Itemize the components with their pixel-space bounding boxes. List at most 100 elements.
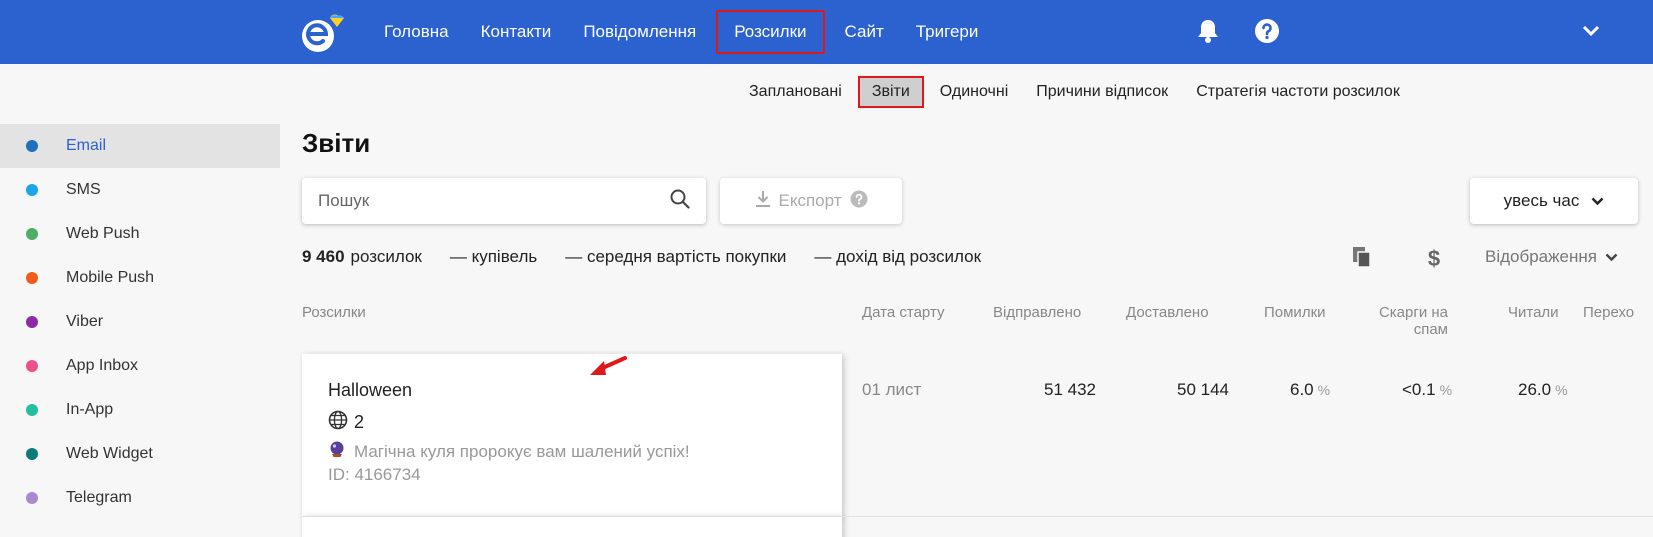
sidebar-item-label: Web Widget: [66, 445, 153, 462]
cell-spam: <0.1%: [1402, 380, 1452, 400]
help-icon[interactable]: [850, 190, 868, 213]
header-spam-line2: спам: [1413, 321, 1448, 338]
sidebar-item-label: App Inbox: [66, 357, 139, 374]
copy-icon[interactable]: [1352, 246, 1372, 268]
channel-dot-icon: [26, 184, 38, 196]
channel-dot-icon: [26, 140, 38, 152]
percent-sign: %: [1555, 382, 1568, 398]
nav-site[interactable]: Сайт: [829, 10, 900, 54]
search-box[interactable]: [302, 178, 706, 224]
sidebar-item-label: Telegram: [66, 489, 132, 506]
sidebar-item-viber[interactable]: Viber: [0, 300, 280, 344]
channel-dot-icon: [26, 316, 38, 328]
campaign-subject-text: Магічна куля пророкує вам шалений успіх!: [354, 441, 690, 461]
sidebar-item-mobile-push[interactable]: Mobile Push: [0, 256, 280, 300]
nav-messages[interactable]: Повідомлення: [567, 10, 712, 54]
header-spam[interactable]: Скарги на спам: [1370, 304, 1448, 338]
chevron-down-icon[interactable]: [1576, 16, 1606, 46]
campaign-subject: Магічна куля пророкує вам шалений успіх!: [328, 440, 690, 463]
search-input[interactable]: [318, 191, 670, 211]
channel-dot-icon: [26, 404, 38, 416]
cell-delivered: 50 144: [1177, 380, 1229, 399]
sidebar-item-label: Viber: [66, 313, 104, 330]
campaign-id: ID: 4166734: [328, 465, 421, 484]
period-select[interactable]: увесь час: [1470, 178, 1638, 224]
purchases-stat: — купівель: [449, 247, 538, 266]
header-errors[interactable]: Помилки: [1264, 304, 1326, 321]
campaign-card[interactable]: Halloween 2 Магічна куля пророкує вам ша…: [302, 354, 842, 518]
sidebar-item-label: In-App: [66, 401, 114, 418]
header-clicks[interactable]: Перехо: [1583, 304, 1653, 321]
campaign-card-next[interactable]: [302, 516, 842, 537]
dollar-icon[interactable]: $: [1426, 246, 1442, 270]
subnav-single[interactable]: Одиночні: [926, 76, 1022, 108]
sidebar-item-sms[interactable]: SMS: [0, 168, 280, 212]
header-read[interactable]: Читали: [1508, 304, 1559, 321]
header-campaigns[interactable]: Розсилки: [302, 304, 366, 321]
sidebar-item-in-app[interactable]: In-App: [0, 388, 280, 432]
search-icon[interactable]: [670, 189, 690, 214]
nav-triggers[interactable]: Тригери: [900, 10, 995, 54]
sidebar-item-label: Mobile Push: [66, 269, 155, 286]
cell-read: 26.0%: [1518, 380, 1568, 400]
header-spam-line1: Скарги на: [1378, 304, 1448, 321]
chevron-down-icon: [1591, 191, 1604, 211]
cell-read-value: 26.0: [1518, 380, 1552, 399]
cell-start-date: 01 лист: [862, 380, 922, 399]
period-label: увесь час: [1503, 191, 1580, 210]
header-delivered[interactable]: Доставлено: [1126, 304, 1209, 321]
campaign-languages: 2: [328, 410, 364, 435]
top-bar: Головна Контакти Повідомлення Розсилки С…: [0, 0, 1653, 64]
subnav-frequency-strategy[interactable]: Стратегія частоти розсилок: [1182, 76, 1414, 108]
display-options-button[interactable]: Відображення: [1485, 247, 1618, 267]
chevron-down-icon: [1605, 247, 1618, 267]
subnav-unsubscribe-reasons[interactable]: Причини відписок: [1022, 76, 1182, 108]
subnav-reports[interactable]: Звіти: [857, 76, 924, 108]
sidebar-item-label: Email: [66, 137, 107, 154]
stats-summary: 9 460 розсилок — купівель — середня варт…: [302, 247, 981, 267]
sidebar-item-email[interactable]: Email: [0, 124, 280, 168]
help-icon[interactable]: [1252, 16, 1282, 46]
channel-dot-icon: [26, 448, 38, 460]
avg-purchase-stat: — середня вартість покупки: [565, 247, 787, 266]
language-count: 2: [354, 412, 365, 432]
channel-dot-icon: [26, 228, 38, 240]
sub-nav: Заплановані Звіти Одиночні Причини відпи…: [735, 76, 1414, 108]
campaign-count: 9 460: [302, 247, 345, 266]
sidebar-item-label: Web Push: [66, 225, 140, 242]
sidebar-item-app-inbox[interactable]: App Inbox: [0, 344, 280, 388]
sidebar-item-web-push[interactable]: Web Push: [0, 212, 280, 256]
percent-sign: %: [1439, 382, 1453, 398]
bell-icon[interactable]: [1193, 16, 1223, 46]
header-start-date[interactable]: Дата старту: [862, 304, 944, 321]
nav-contacts[interactable]: Контакти: [465, 10, 568, 54]
logo-icon[interactable]: [300, 10, 344, 54]
campaign-count-label: розсилок: [350, 247, 422, 266]
main-nav: Головна Контакти Повідомлення Розсилки С…: [368, 0, 994, 64]
nav-campaigns[interactable]: Розсилки: [716, 10, 825, 54]
campaign-title[interactable]: Halloween: [328, 380, 412, 401]
cell-sent: 51 432: [1044, 380, 1096, 399]
sidebar-item-web-widget[interactable]: Web Widget: [0, 432, 280, 476]
download-icon: [755, 190, 771, 213]
export-button[interactable]: Експорт: [720, 178, 902, 224]
display-label: Відображення: [1485, 247, 1597, 266]
export-label: Експорт: [778, 191, 842, 210]
channel-dot-icon: [26, 492, 38, 504]
header-sent[interactable]: Відправлено: [993, 304, 1081, 321]
channel-dot-icon: [26, 272, 38, 284]
cell-errors-value: 6.0: [1290, 380, 1314, 399]
page-title: Звіти: [302, 128, 371, 158]
cell-spam-value: <0.1: [1402, 380, 1436, 399]
nav-home[interactable]: Головна: [368, 10, 465, 54]
channel-dot-icon: [26, 360, 38, 372]
subnav-scheduled[interactable]: Заплановані: [735, 76, 856, 108]
svg-text:$: $: [1428, 246, 1440, 270]
crystal-ball-icon: [328, 440, 346, 463]
sidebar-item-telegram[interactable]: Telegram: [0, 476, 280, 520]
revenue-stat: — дохід від розсилок: [814, 247, 982, 266]
row-divider: [842, 516, 1653, 517]
red-arrow-icon: [588, 355, 628, 384]
percent-sign: %: [1317, 382, 1331, 398]
cell-errors: 6.0%: [1290, 380, 1330, 400]
